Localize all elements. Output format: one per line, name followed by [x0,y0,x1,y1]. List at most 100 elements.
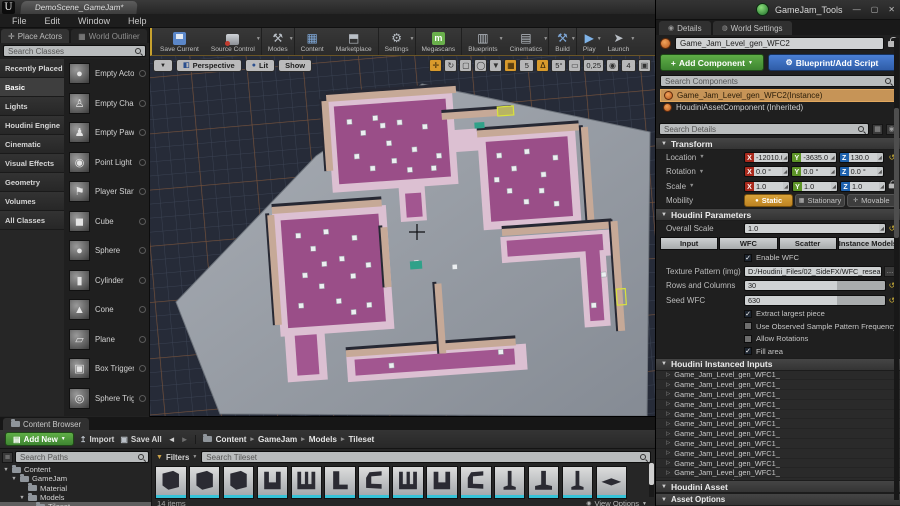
placeable-actor-row[interactable]: Sphere Trigger [64,384,149,414]
breadcrumb-item[interactable]: Content [216,435,247,444]
rotation-x-field[interactable]: X 0.0 ° ◢ [744,166,790,178]
drag-grip-icon[interactable] [139,158,146,166]
instanced-input-row[interactable]: ▷ Game_Jam_Level_gen_WFC1_ [656,449,900,459]
drag-grip-icon[interactable] [139,70,146,78]
tree-item-gamejam[interactable]: ▼ GameJam [0,473,151,483]
texture-pattern-field[interactable]: D:/Houdini_Files/02_SideFX/WFC_research/… [744,265,882,277]
instanced-input-row[interactable]: ▷ Game_Jam_Level_gen_WFC1_ [656,410,900,420]
view-options-button[interactable]: ◉ View Options ▼ [586,499,647,506]
category-item[interactable]: Basic [0,78,64,97]
grid-snap-button[interactable]: ▦ [504,59,518,72]
expand-arrow-icon[interactable]: ▷ [666,431,670,437]
drag-grip-icon[interactable] [139,217,146,225]
toolbar-button[interactable]: Megascans ▼ [416,28,463,55]
surface-snap-button[interactable]: ▼ [489,59,503,72]
enable-wfc-checkbox[interactable] [744,253,752,262]
scale-y-field[interactable]: Y 1.0 ◢ [792,180,838,192]
component-row[interactable]: HoudiniAssetComponent (Inherited) [660,102,896,115]
instanced-input-row[interactable]: ▷ Game_Jam_Level_gen_WFC1_ [656,459,900,469]
scale-snap-button[interactable]: ▭ [568,59,582,72]
drag-grip-icon[interactable] [139,365,146,373]
drag-grip-icon[interactable] [139,335,146,343]
tree-item-content[interactable]: ▼ Content [0,464,151,474]
drag-grip-icon[interactable] [139,99,146,107]
lit-button[interactable]: ● Lit [244,59,276,72]
rotation-y-field[interactable]: Y 0.0 ° ◢ [791,166,837,178]
add-new-button[interactable]: ▤ Add New ▼ [5,432,74,446]
search-assets-input[interactable]: Search Tileset [201,451,651,463]
save-all-button[interactable]: ▣ Save All [120,435,161,444]
chevron-down-icon[interactable]: ▼ [699,169,704,175]
asset-thumbnail[interactable] [493,466,526,499]
asset-thumbnail[interactable] [595,466,628,499]
rotation-z-field[interactable]: Z 0.0 ° ◢ [838,166,884,178]
toolbar-button[interactable]: Build ▼ [549,28,577,55]
instanced-input-row[interactable]: ▷ Game_Jam_Level_gen_WFC1_ [656,390,900,400]
asset-thumbnail[interactable] [561,466,594,499]
toolbar-button[interactable]: Launch ▼ [602,28,636,55]
content-browser-tab[interactable]: Content Browser [3,418,90,430]
maximize-viewport-button[interactable]: ▣ [638,59,651,72]
asset-thumbnail[interactable] [358,466,390,499]
details-scrollbar[interactable] [894,38,899,500]
minimize-button[interactable]: — [848,5,866,14]
category-item[interactable]: Lights [0,97,64,116]
scale-z-field[interactable]: Z 1.0 ◢ [840,180,886,192]
category-item[interactable]: Houdini Engine [0,116,64,135]
placeable-actor-row[interactable]: Point Light [64,148,149,178]
chevron-down-icon[interactable]: ▼ [699,154,704,160]
expand-arrow-icon[interactable]: ▷ [666,470,670,476]
option-checkbox[interactable] [744,309,752,318]
angle-snap-value[interactable]: 5° [551,59,567,72]
placeable-actor-row[interactable]: Empty Actor [64,59,149,89]
back-button[interactable]: ◄ [168,435,176,444]
drag-grip-icon[interactable] [139,247,146,255]
import-button[interactable]: ↥ Import [80,435,115,444]
tab-place-actors[interactable]: ✛ Place Actors [1,29,70,43]
floating-window-title-bar[interactable]: GameJam_Tools — ▢ ✕ [656,0,900,20]
instanced-input-row[interactable]: ▷ Game_Jam_Level_gen_WFC1_ [656,370,900,381]
toolbar-button[interactable]: Source Control ▼ [205,28,262,55]
option-checkbox[interactable] [744,322,752,331]
instanced-input-row[interactable]: ▷ Game_Jam_Level_gen_WFC1_ [656,400,900,410]
perspective-button[interactable]: ◧ Perspective [175,59,242,72]
scale-x-field[interactable]: X 1.0 ◢ [744,180,790,192]
tree-item-material[interactable]: Material [0,483,151,493]
search-classes-input[interactable]: Search Classes [3,45,146,57]
asset-thumbnail[interactable] [256,466,289,499]
mobility-option-button[interactable]: ● Static [744,194,794,208]
asset-thumbnail[interactable] [527,466,560,499]
restore-button[interactable]: ▢ [866,5,884,14]
category-item[interactable]: Cinematic [0,135,64,154]
tree-item-models[interactable]: ▼ Models [0,492,151,502]
search-details-input[interactable]: Search Details [659,123,869,135]
category-item[interactable]: All Classes [0,211,64,230]
seed-wfc-field[interactable]: 630 [744,294,886,306]
level-viewport[interactable]: ▼ ◧ Perspective ● Lit Show ✛ ↻ ▢ ◯ ▼ ▦ 5 Δ… [150,56,655,417]
toolbar-button[interactable]: Blueprints ▼ [462,28,503,55]
menu-item[interactable]: File [4,16,35,26]
parameter-tab-button[interactable]: Input [660,236,719,250]
toolbar-button[interactable]: Content ▼ [295,28,330,55]
placeable-actor-row[interactable]: Cylinder [64,266,149,296]
breadcrumb-item[interactable]: GameJam [258,435,297,444]
document-tab[interactable]: DemoScene_GameJam* [20,0,139,14]
rows-columns-field[interactable]: 30 [744,280,886,292]
mobility-option-button[interactable]: ▦ Stationary [795,194,845,208]
chevron-down-icon[interactable]: ▼ [543,36,548,42]
parameter-tab-button[interactable]: Scatter [778,236,837,250]
instanced-input-row[interactable]: ▷ Game_Jam_Level_gen_WFC1_ [656,419,900,430]
scale-snap-value[interactable]: 0,25 [583,59,604,72]
expand-arrow-icon[interactable]: ▷ [666,382,670,388]
placeable-actor-row[interactable]: Empty Character [64,89,149,119]
drag-grip-icon[interactable] [139,129,146,137]
instanced-input-row[interactable]: ▷ Game_Jam_Level_gen_WFC1_ [656,439,900,449]
tab-world-outliner[interactable]: ▦ World Outliner [71,29,147,43]
add-component-button[interactable]: + Add Component ▼ [660,54,764,71]
tab-details[interactable]: ◉ Details [659,21,711,35]
breadcrumb-item[interactable]: Models [309,435,337,444]
expand-arrow-icon[interactable]: ▷ [666,411,670,417]
menu-item[interactable]: Help [120,16,155,26]
menu-item[interactable]: Edit [37,16,69,26]
toolbar-button[interactable]: Save Current ▼ [154,28,205,55]
